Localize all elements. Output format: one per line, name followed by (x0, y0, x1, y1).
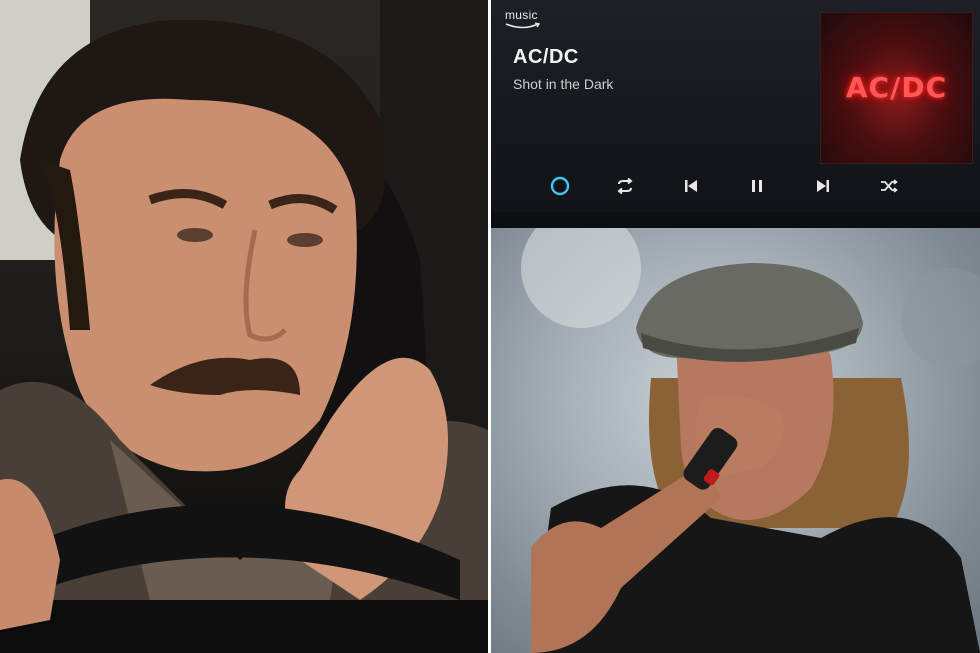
repeat-icon[interactable] (613, 174, 637, 198)
driver-illustration (0, 0, 488, 653)
shuffle-icon[interactable] (877, 174, 901, 198)
singer-illustration (521, 228, 980, 653)
driver-photo (0, 0, 488, 653)
smile-arrow-icon (505, 22, 541, 29)
artist-name: AC/DC (513, 46, 579, 68)
pause-icon[interactable] (745, 174, 769, 198)
panel-bottom-bar (491, 212, 980, 228)
amazon-music-logo: music (505, 8, 541, 29)
brand-label: music (505, 8, 538, 22)
playback-controls (491, 168, 980, 204)
album-art[interactable]: AC/DC (820, 12, 973, 164)
album-neon-logo: AC/DC (845, 71, 948, 104)
track-title: Shot in the Dark (513, 76, 614, 92)
next-icon[interactable] (811, 174, 835, 198)
previous-icon[interactable] (679, 174, 703, 198)
singer-photo (491, 228, 980, 653)
now-playing-panel: music AC/DC Shot in the Dark AC/DC (491, 0, 980, 228)
alexa-icon[interactable] (548, 174, 572, 198)
